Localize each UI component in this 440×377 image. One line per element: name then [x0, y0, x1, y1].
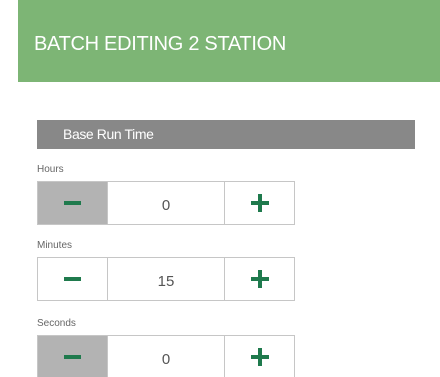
- seconds-stepper: 0: [37, 335, 295, 377]
- seconds-value[interactable]: 0: [108, 336, 224, 377]
- hours-increment-button[interactable]: [224, 182, 294, 224]
- section-header-base-run-time: Base Run Time: [37, 120, 415, 149]
- hours-stepper: 0: [37, 181, 295, 225]
- section-title: Base Run Time: [63, 126, 154, 142]
- hours-value[interactable]: 0: [108, 182, 224, 224]
- plus-icon: [250, 348, 269, 366]
- plus-icon: [250, 194, 269, 212]
- minutes-value[interactable]: 15: [108, 258, 224, 300]
- seconds-label: Seconds: [37, 318, 76, 329]
- page-header: BATCH EDITING 2 STATION: [18, 0, 440, 82]
- minus-icon: [64, 277, 81, 281]
- hours-decrement-button[interactable]: [38, 182, 108, 224]
- minus-icon: [64, 355, 81, 359]
- seconds-increment-button[interactable]: [224, 336, 294, 377]
- hours-label: Hours: [37, 164, 64, 175]
- minutes-label: Minutes: [37, 240, 73, 251]
- batch-edit-page: BATCH EDITING 2 STATION Base Run Time Ho…: [0, 0, 440, 377]
- minutes-stepper: 15: [37, 257, 295, 301]
- minus-icon: [64, 201, 81, 205]
- minutes-increment-button[interactable]: [224, 258, 294, 300]
- minutes-decrement-button[interactable]: [38, 258, 108, 300]
- page-title: BATCH EDITING 2 STATION: [34, 33, 287, 55]
- seconds-decrement-button[interactable]: [38, 336, 108, 377]
- plus-icon: [250, 270, 269, 288]
